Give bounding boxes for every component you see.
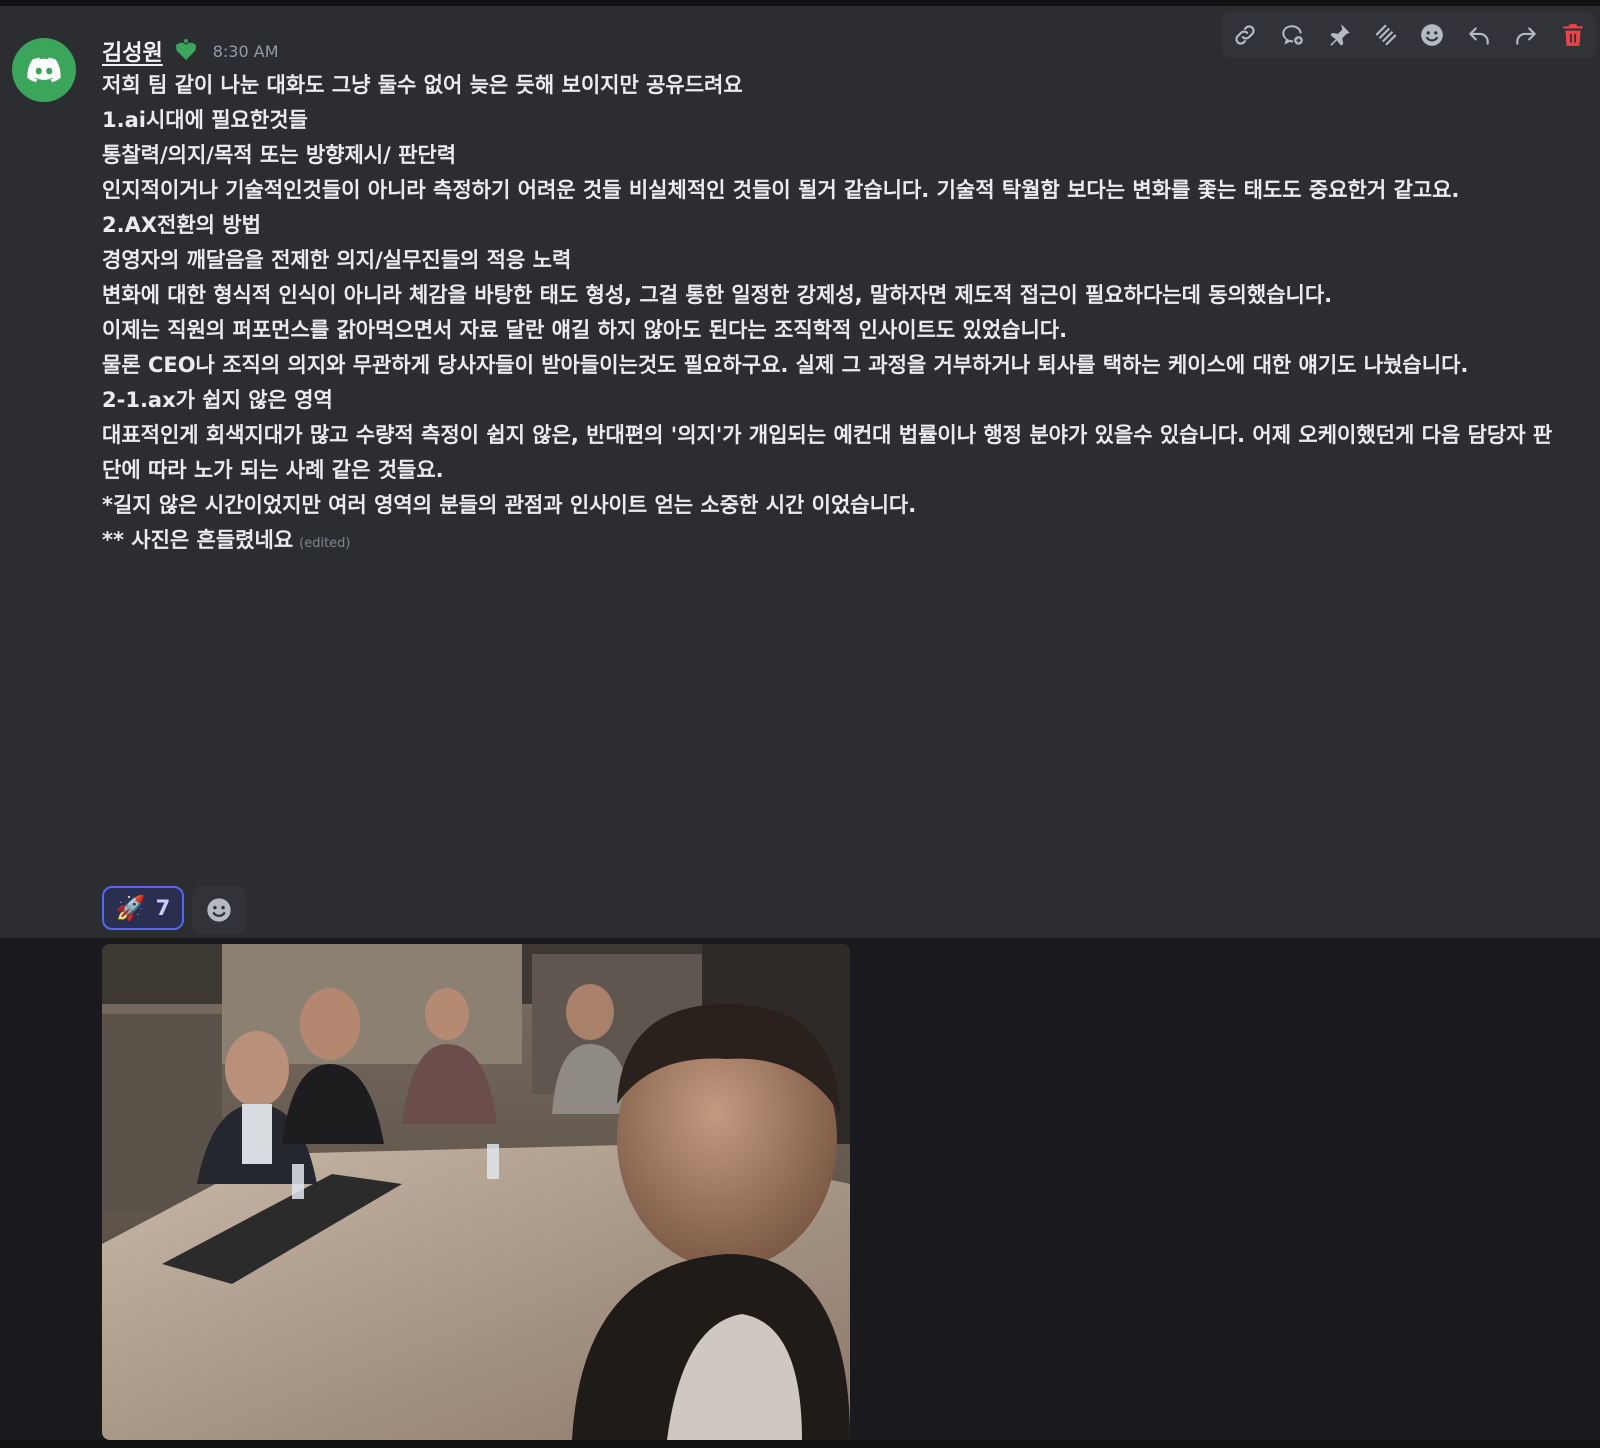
message-line: 물론 CEO나 조직의 의지와 무관하게 당사자들이 받아들이는것도 필요하구요… — [102, 353, 1469, 377]
message-line: 경영자의 깨달음을 전제한 의지/실무진들의 적응 노력 — [102, 248, 572, 272]
add-reaction-icon — [207, 898, 231, 922]
message-line: 통찰력/의지/목적 또는 방향제시/ 판단력 — [102, 143, 457, 167]
forward-icon — [1516, 27, 1536, 45]
message-line: 인지적이거나 기술적인것들이 아니라 측정하기 어려운 것들 비실체적인 것들이… — [102, 178, 1460, 202]
reaction-rocket[interactable]: 🚀 7 — [102, 886, 184, 930]
thread-icon — [1282, 25, 1303, 45]
message-header: 김성원 8:30 AM — [102, 36, 279, 66]
mark-unread-button[interactable] — [1368, 17, 1404, 53]
image-attachment[interactable] — [102, 944, 850, 1440]
forward-button[interactable] — [1508, 17, 1544, 53]
reaction-count: 7 — [155, 896, 171, 920]
add-reaction-toolbar-button[interactable] — [1414, 17, 1450, 53]
group-selfie-photo — [102, 944, 850, 1440]
discord-logo-icon — [27, 57, 61, 83]
message-line: 2.AX전환의 방법 — [102, 213, 261, 237]
copy-link-button[interactable] — [1227, 17, 1263, 53]
create-thread-button[interactable] — [1274, 17, 1310, 53]
reply-button[interactable] — [1461, 17, 1497, 53]
add-reaction-button[interactable] — [192, 886, 246, 934]
message-last-line-text: ** 사진은 흔들렸네요 — [102, 528, 294, 552]
message-line: *길지 않은 시간이었지만 여러 영역의 분들의 관점과 인사이트 얻는 소중한… — [102, 493, 917, 517]
heart-badge-icon[interactable] — [173, 38, 199, 64]
edited-label: (edited) — [299, 536, 351, 551]
rocket-emoji-icon: 🚀 — [115, 894, 146, 922]
trash-icon — [1562, 24, 1583, 46]
pin-button[interactable] — [1321, 17, 1357, 53]
delete-button[interactable] — [1555, 17, 1591, 53]
message-line: 1.ai시대에 필요한것들 — [102, 108, 308, 132]
message-line: 저희 팀 같이 나눈 대화도 그냥 둘수 없어 늦은 듯해 보이지만 공유드려요 — [102, 73, 743, 97]
message-content[interactable]: 저희 팀 같이 나눈 대화도 그냥 둘수 없어 늦은 듯해 보이지만 공유드려요… — [102, 68, 1562, 561]
avatar[interactable] — [12, 38, 76, 102]
message-line: 변화에 대한 형식적 인식이 아니라 체감을 바탕한 태도 형성, 그걸 통한 … — [102, 283, 1333, 307]
add-reaction-icon — [1421, 24, 1444, 46]
timestamp[interactable]: 8:30 AM — [213, 42, 279, 61]
username[interactable]: 김성원 — [102, 35, 163, 67]
message-line: 이제는 직원의 퍼포먼스를 갉아먹으면서 자료 달란 얘길 하지 않아도 된다는… — [102, 318, 1068, 342]
message-last-line: ** 사진은 흔들렸네요 (edited) — [102, 523, 1562, 561]
link-icon — [1235, 25, 1255, 45]
message-line: 2-1.ax가 쉽지 않은 영역 — [102, 388, 333, 412]
message-container[interactable]: 김성원 8:30 AM 저희 팀 같이 나눈 대화도 그냥 둘수 없어 늦은 듯… — [0, 6, 1600, 938]
pin-icon — [1330, 24, 1350, 46]
reply-icon — [1469, 27, 1489, 45]
mark-unread-icon — [1375, 24, 1397, 46]
message-line: 대표적인게 회색지대가 많고 수량적 측정이 쉽지 않은, 반대편의 '의지'가… — [102, 423, 1553, 482]
message-toolbar — [1222, 12, 1596, 58]
bottom-divider — [0, 1440, 1600, 1448]
reactions-bar: 🚀 7 — [102, 886, 246, 934]
